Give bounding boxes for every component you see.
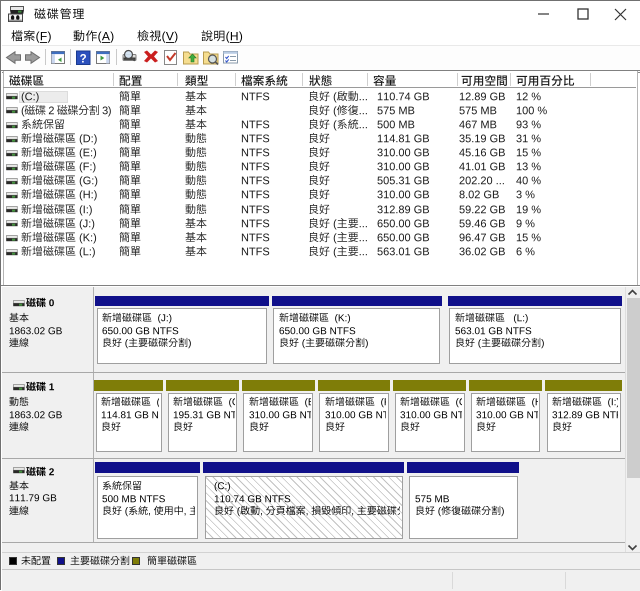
svg-text:?: ? (80, 53, 87, 65)
